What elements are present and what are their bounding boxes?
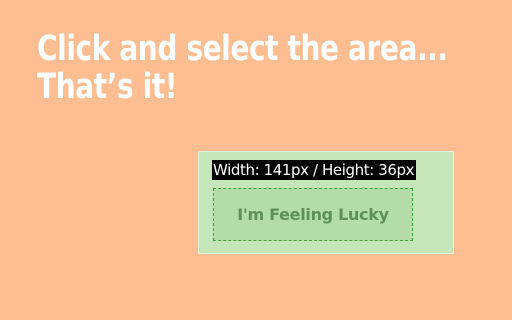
dimension-readout: Width: 141px / Height: 36px xyxy=(212,160,417,180)
selected-area[interactable]: I'm Feeling Lucky xyxy=(213,188,413,241)
headline-line-1: Click and select the area... xyxy=(37,29,448,69)
page: { "headline": { "line1": "Click and sele… xyxy=(0,0,512,320)
headline: Click and select the area... That’s it! xyxy=(37,30,448,106)
feeling-lucky-button[interactable]: I'm Feeling Lucky xyxy=(237,205,389,224)
headline-line-2: That’s it! xyxy=(37,67,178,107)
selection-panel[interactable]: Width: 141px / Height: 36px I'm Feeling … xyxy=(198,151,454,254)
